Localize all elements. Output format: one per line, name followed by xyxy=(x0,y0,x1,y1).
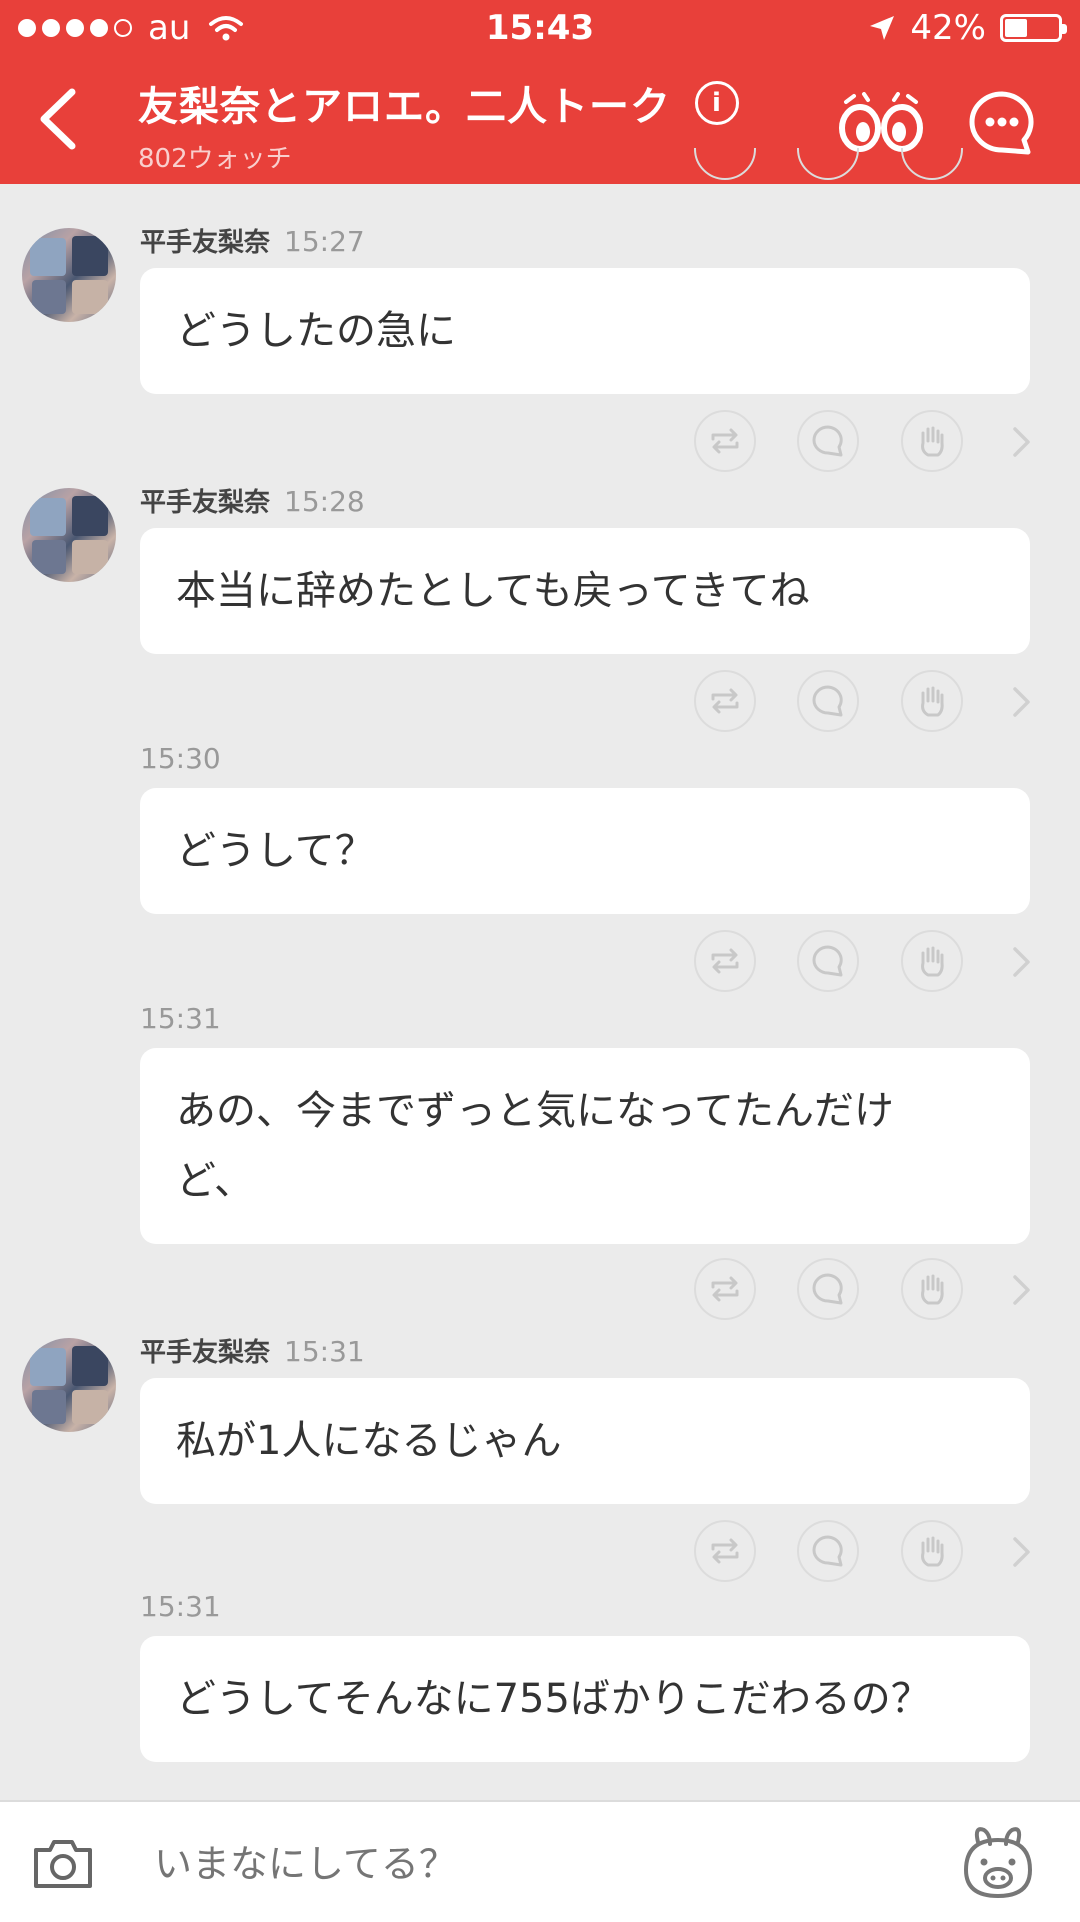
message-meta: 平手友梨奈 15:27 xyxy=(140,222,365,259)
info-icon[interactable]: i xyxy=(695,81,739,125)
comment-button[interactable] xyxy=(797,670,859,732)
clap-button[interactable] xyxy=(901,148,963,180)
comment-button[interactable] xyxy=(797,1258,859,1320)
clap-icon xyxy=(921,1536,944,1567)
repost-button[interactable] xyxy=(694,1520,756,1582)
message-meta: 15:31 xyxy=(140,1002,221,1035)
chevron-right-icon[interactable] xyxy=(1010,1273,1034,1307)
comment-button[interactable] xyxy=(797,1520,859,1582)
repost-icon xyxy=(711,688,739,714)
avatar[interactable] xyxy=(22,1338,116,1432)
message-time: 15:31 xyxy=(140,1590,221,1623)
battery-icon xyxy=(1000,14,1067,42)
comment-button[interactable] xyxy=(797,410,859,472)
message-time: 15:30 xyxy=(140,742,221,775)
comment-button[interactable] xyxy=(797,148,859,180)
avatar[interactable] xyxy=(22,228,116,322)
clap-icon xyxy=(921,1274,944,1305)
message-bubble[interactable]: 本当に辞めたとしても戻ってきてね xyxy=(140,528,1030,654)
chevron-right-icon[interactable] xyxy=(1010,425,1034,459)
repost-button[interactable] xyxy=(694,1258,756,1320)
bear-stamp-icon[interactable] xyxy=(960,1822,1036,1902)
battery-percent: 42% xyxy=(910,8,986,48)
watch-eyes-icon[interactable] xyxy=(838,92,924,152)
repost-icon xyxy=(711,1276,739,1302)
sender-name: 平手友梨奈 xyxy=(140,228,271,258)
message-time: 15:28 xyxy=(284,485,365,518)
repost-icon xyxy=(711,948,739,974)
comment-icon xyxy=(812,425,843,457)
camera-icon[interactable] xyxy=(32,1834,94,1890)
clap-icon xyxy=(921,686,944,717)
clap-icon xyxy=(921,426,944,457)
message-time: 15:31 xyxy=(140,1002,221,1035)
message-meta: 平手友梨奈 15:31 xyxy=(140,1332,365,1369)
chevron-right-icon[interactable] xyxy=(1010,685,1034,719)
repost-icon xyxy=(711,1538,739,1564)
message-time: 15:27 xyxy=(284,225,365,258)
chevron-right-icon[interactable] xyxy=(1010,1535,1034,1569)
clap-button[interactable] xyxy=(901,670,963,732)
comment-icon xyxy=(812,1273,843,1305)
status-bar: au 15:43 42% xyxy=(0,0,1080,58)
comment-icon xyxy=(812,1535,843,1567)
comment-button[interactable] xyxy=(797,930,859,992)
page-title: 友梨奈とアロエ。二人トーク i xyxy=(138,74,739,132)
message-bubble[interactable]: どうしたの急に xyxy=(140,268,1030,394)
talk-title: 友梨奈とアロエ。二人トーク xyxy=(138,84,671,130)
clap-button[interactable] xyxy=(901,410,963,472)
location-arrow-icon xyxy=(870,16,895,40)
avatar[interactable] xyxy=(22,488,116,582)
message-meta: 平手友梨奈 15:28 xyxy=(140,482,365,519)
message-actions xyxy=(0,930,1080,994)
repost-button[interactable] xyxy=(694,930,756,992)
comment-icon xyxy=(812,945,843,977)
clap-button[interactable] xyxy=(901,1520,963,1582)
message-bubble[interactable]: どうしてそんなに755ばかりこだわるの？ xyxy=(140,1636,1030,1762)
message-meta: 15:31 xyxy=(140,1590,221,1623)
status-right: 42% xyxy=(868,8,1067,48)
repost-icon xyxy=(711,428,739,454)
message-input[interactable] xyxy=(152,1838,916,1890)
sender-name: 平手友梨奈 xyxy=(140,488,271,518)
chat-menu-icon[interactable] xyxy=(968,90,1036,156)
clap-button[interactable] xyxy=(901,1258,963,1320)
chevron-right-icon[interactable] xyxy=(1010,945,1034,979)
message-bubble[interactable]: あの、今までずっと気になってたんだけど、 xyxy=(140,1048,1030,1244)
clap-button[interactable] xyxy=(901,930,963,992)
message-time: 15:31 xyxy=(284,1335,365,1368)
comment-icon xyxy=(812,685,843,717)
sender-name: 平手友梨奈 xyxy=(140,1338,271,1368)
message-actions xyxy=(0,410,1080,474)
message-actions xyxy=(0,670,1080,734)
message-actions-partial xyxy=(0,148,1080,184)
compose-bar xyxy=(0,1800,1080,1922)
message-actions xyxy=(0,1258,1080,1322)
message-actions xyxy=(0,1520,1080,1584)
message-bubble[interactable]: どうして？ xyxy=(140,788,1030,914)
repost-button[interactable] xyxy=(694,410,756,472)
back-arrow-icon[interactable] xyxy=(30,84,86,154)
message-bubble[interactable]: 私が1人になるじゃん xyxy=(140,1378,1030,1504)
repost-button[interactable] xyxy=(694,148,756,180)
repost-button[interactable] xyxy=(694,670,756,732)
clap-icon xyxy=(921,946,944,977)
message-meta: 15:30 xyxy=(140,742,221,775)
